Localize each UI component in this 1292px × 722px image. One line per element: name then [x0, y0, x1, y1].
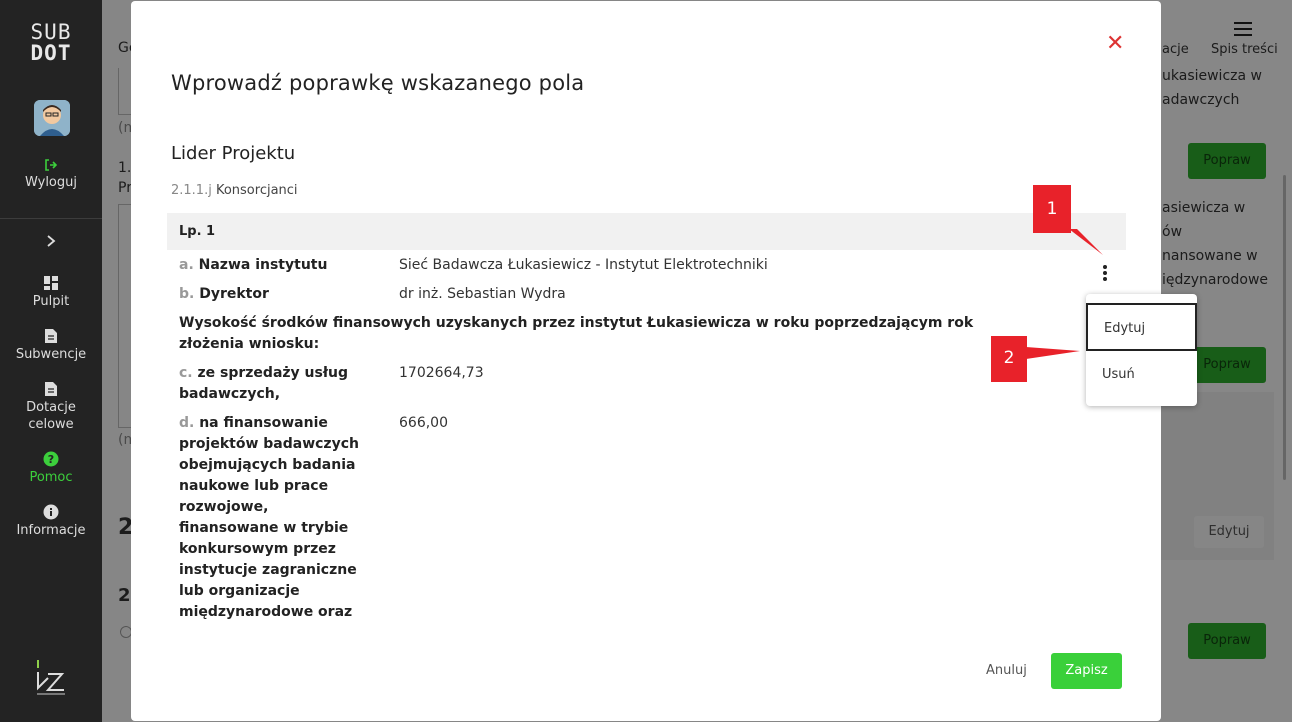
field-label-a: a. Nazwa instytutu [179, 255, 327, 276]
modal-title: Wprowadź poprawkę wskazanego pola [171, 71, 585, 95]
document-icon [45, 329, 57, 343]
sidebar-item-pomoc[interactable]: ? Pomoc [0, 451, 102, 486]
sidebar-item-subwencje[interactable]: Subwencje [0, 328, 102, 363]
field-label-c: c. ze sprzedaży usług badawczych, [179, 363, 348, 405]
field-label-d: d. na finansowanie projektów badawczych … [179, 413, 359, 623]
logout-button[interactable]: Wyloguj [0, 158, 102, 191]
field-label-text: konkursowym przez [179, 541, 336, 557]
avatar[interactable] [34, 100, 70, 136]
record-header: Lp. 1 [167, 213, 1126, 250]
callout-1: 1 [1033, 185, 1071, 233]
field-letter: d. [179, 415, 195, 431]
funds-heading: Wysokość środków finansowych uzyskanych … [179, 313, 989, 355]
field-label-text: ze sprzedaży usług [197, 365, 349, 381]
record-number: Lp. 1 [179, 224, 216, 239]
field-label-text: międzynarodowe oraz [179, 604, 353, 620]
dashboard-icon [44, 276, 58, 290]
callout-arrow-2 [1026, 347, 1080, 359]
context-menu: Edytuj Usuń [1086, 294, 1197, 406]
field-label-text: naukowe lub prace [179, 478, 329, 494]
logo-line2: DOT [30, 41, 72, 65]
info-icon [43, 504, 59, 520]
field-label-text: obejmujących badania [179, 457, 356, 473]
funds-heading-line: złożenia wniosku: [179, 336, 320, 352]
help-icon: ? [43, 451, 59, 467]
logout-label: Wyloguj [25, 175, 77, 190]
sidebar-item-informacje[interactable]: Informacje [0, 504, 102, 539]
sidebar-item-label: Subwencje [15, 347, 87, 362]
logout-icon [45, 159, 58, 171]
field-path-label: Konsorcjanci [215, 183, 298, 198]
logo-line1: SUB [30, 20, 72, 44]
menu-item-label: Usuń [1102, 367, 1135, 382]
sidebar-item-pulpit[interactable]: Pulpit [0, 275, 102, 310]
field-label-text: na finansowanie [199, 415, 328, 431]
field-path-number: 2.1.1.j [171, 183, 212, 198]
section-title: Lider Projektu [171, 143, 296, 164]
field-label-text: finansowane w trybie [179, 520, 349, 536]
sidebar-expand-button[interactable] [0, 234, 102, 250]
close-button[interactable]: ✕ [1106, 33, 1124, 55]
app-logo[interactable]: SUB DOT [0, 22, 102, 64]
sidebar-item-label: Dotacje celowe [26, 400, 76, 432]
chevron-right-icon [47, 235, 56, 247]
field-label-text: badawczych, [179, 386, 281, 402]
field-label-text: lub organizacje [179, 583, 300, 599]
field-value-b: dr inż. Sebastian Wydra [399, 286, 566, 302]
sidebar-item-label: Pulpit [32, 294, 70, 309]
field-value-d: 666,00 [399, 415, 448, 431]
field-label-text: projektów badawczych [179, 436, 359, 452]
field-label-text: rozwojowe, [179, 499, 269, 515]
sidebar-item-dotacje[interactable]: Dotacje celowe [0, 381, 102, 433]
field-path: 2.1.1.j Konsorcjanci [171, 183, 298, 198]
sidebar-item-label: Pomoc [29, 470, 73, 485]
field-label-text: Dyrektor [199, 286, 269, 302]
funds-heading-line: Wysokość środków finansowych uzyskanych … [179, 315, 974, 331]
save-button[interactable]: Zapisz [1051, 653, 1122, 689]
field-letter: b. [179, 286, 195, 302]
field-label-text: instytucje zagraniczne [179, 562, 357, 578]
menu-item-edit[interactable]: Edytuj [1086, 303, 1197, 351]
svg-text:?: ? [48, 453, 54, 466]
callout-2: 2 [991, 336, 1027, 382]
cancel-button[interactable]: Anuluj [986, 663, 1027, 678]
field-letter: c. [179, 365, 193, 381]
field-label-b: b. Dyrektor [179, 284, 269, 305]
field-value-a: Sieć Badawcza Łukasiewicz - Instytut Ele… [399, 257, 768, 273]
avatar-image [34, 100, 70, 136]
sidebar-item-label: Informacje [16, 523, 86, 538]
menu-item-label: Edytuj [1104, 321, 1146, 336]
field-label-text: Nazwa instytutu [198, 257, 328, 273]
lukasiewicz-logo [34, 658, 68, 702]
sidebar: SUB DOT Wyloguj Pulpit Subwencje Dotacje… [0, 0, 102, 722]
field-value-c: 1702664,73 [399, 365, 484, 381]
correction-modal: ✕ Wprowadź poprawkę wskazanego pola Lide… [131, 1, 1197, 721]
document-icon [45, 382, 57, 396]
field-letter: a. [179, 257, 194, 273]
menu-item-delete[interactable]: Usuń [1086, 351, 1197, 399]
more-options-icon[interactable] [1097, 265, 1113, 285]
sidebar-divider [0, 218, 102, 219]
